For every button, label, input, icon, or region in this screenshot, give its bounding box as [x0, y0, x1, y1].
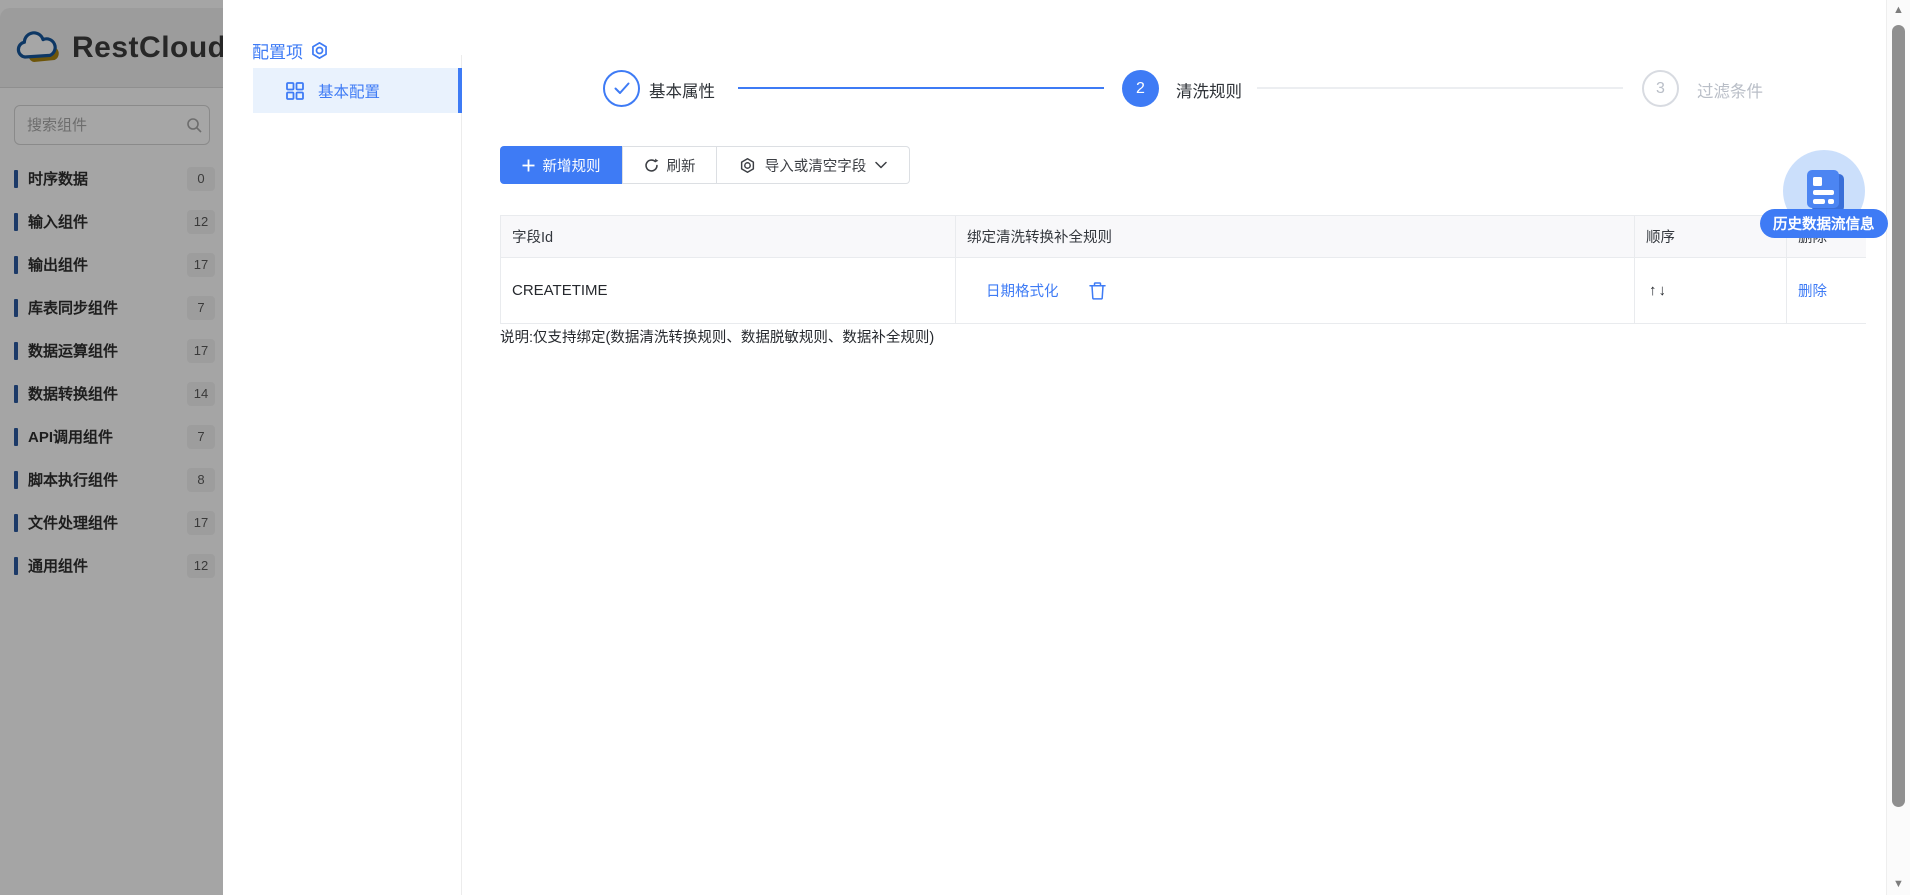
rule-link[interactable]: 日期格式化: [986, 280, 1059, 301]
cell-field-id: CREATETIME: [501, 258, 956, 324]
add-rule-button[interactable]: 新增规则: [500, 146, 622, 184]
step-1-label: 基本属性: [649, 78, 715, 102]
col-header-rule: 绑定清洗转换补全规则: [956, 216, 1635, 258]
config-nav: 配置项 基本配置: [223, 0, 462, 895]
settings-icon: [310, 41, 329, 60]
plus-icon: [522, 159, 535, 172]
components-sidebar: RestCloud 时序数据 0 输入组件 12: [0, 0, 223, 895]
move-down-icon[interactable]: ↓: [1659, 282, 1669, 299]
gear-icon: [739, 157, 756, 174]
screen: RestCloud 时序数据 0 输入组件 12: [0, 0, 1910, 895]
config-title-text: 配置项: [252, 38, 303, 63]
cell-delete: 删除: [1787, 258, 1866, 324]
history-dataflow-badge[interactable]: 历史数据流信息: [1760, 209, 1888, 238]
step-connector-pending: [1257, 87, 1623, 89]
chevron-down-icon: [875, 161, 887, 169]
refresh-icon: [644, 158, 659, 173]
data-flow-icon: [1803, 167, 1845, 215]
scroll-thumb[interactable]: [1892, 25, 1905, 807]
move-up-icon[interactable]: ↑: [1649, 282, 1659, 299]
config-title: 配置项: [252, 38, 329, 63]
config-modal: 配置项 基本配置: [223, 0, 1886, 895]
step-2-label: 清洗规则: [1176, 78, 1242, 102]
refresh-button[interactable]: 刷新: [622, 146, 717, 184]
cell-rule: 日期格式化: [956, 258, 1635, 324]
add-rule-label: 新增规则: [543, 155, 601, 176]
step-connector-done: [738, 87, 1104, 89]
cell-order: ↑ ↓: [1635, 258, 1787, 324]
table-header-row: 字段Id 绑定清洗转换补全规则 顺序 删除: [501, 216, 1864, 258]
rules-toolbar: 新增规则 刷新 导入或清空字段: [500, 146, 910, 184]
import-or-clear-button[interactable]: 导入或清空字段: [717, 146, 910, 184]
rules-table: 字段Id 绑定清洗转换补全规则 顺序 删除 CREATETIME 日期格式化: [500, 215, 1865, 324]
trash-icon[interactable]: [1089, 282, 1106, 300]
import-or-clear-label: 导入或清空字段: [765, 155, 867, 176]
refresh-label: 刷新: [667, 155, 696, 176]
modal-backdrop: [0, 0, 223, 895]
step-3-number: 3: [1656, 80, 1665, 98]
step-3-circle: 3: [1642, 70, 1679, 107]
config-nav-item-label: 基本配置: [318, 80, 380, 102]
check-icon: [614, 82, 630, 95]
active-item-bar: [458, 68, 462, 113]
step-1-circle: [603, 70, 640, 107]
delete-row-link[interactable]: 删除: [1798, 280, 1827, 301]
vertical-scrollbar: ▲ ▼: [1886, 0, 1910, 895]
step-2-circle: 2: [1122, 70, 1159, 107]
table-row: CREATETIME 日期格式化 ↑ ↓ 删: [501, 258, 1864, 324]
grid-icon: [286, 82, 304, 100]
config-nav-item-basic[interactable]: 基本配置: [253, 68, 462, 113]
col-header-field-id: 字段Id: [501, 216, 956, 258]
scroll-down-arrow[interactable]: ▼: [1887, 878, 1910, 890]
nav-divider: [461, 55, 462, 895]
scroll-up-arrow[interactable]: ▲: [1887, 4, 1910, 16]
step-2-number: 2: [1136, 80, 1145, 98]
note-text: 说明:仅支持绑定(数据清洗转换规则、数据脱敏规则、数据补全规则): [500, 326, 934, 347]
step-3-label: 过滤条件: [1697, 78, 1763, 102]
